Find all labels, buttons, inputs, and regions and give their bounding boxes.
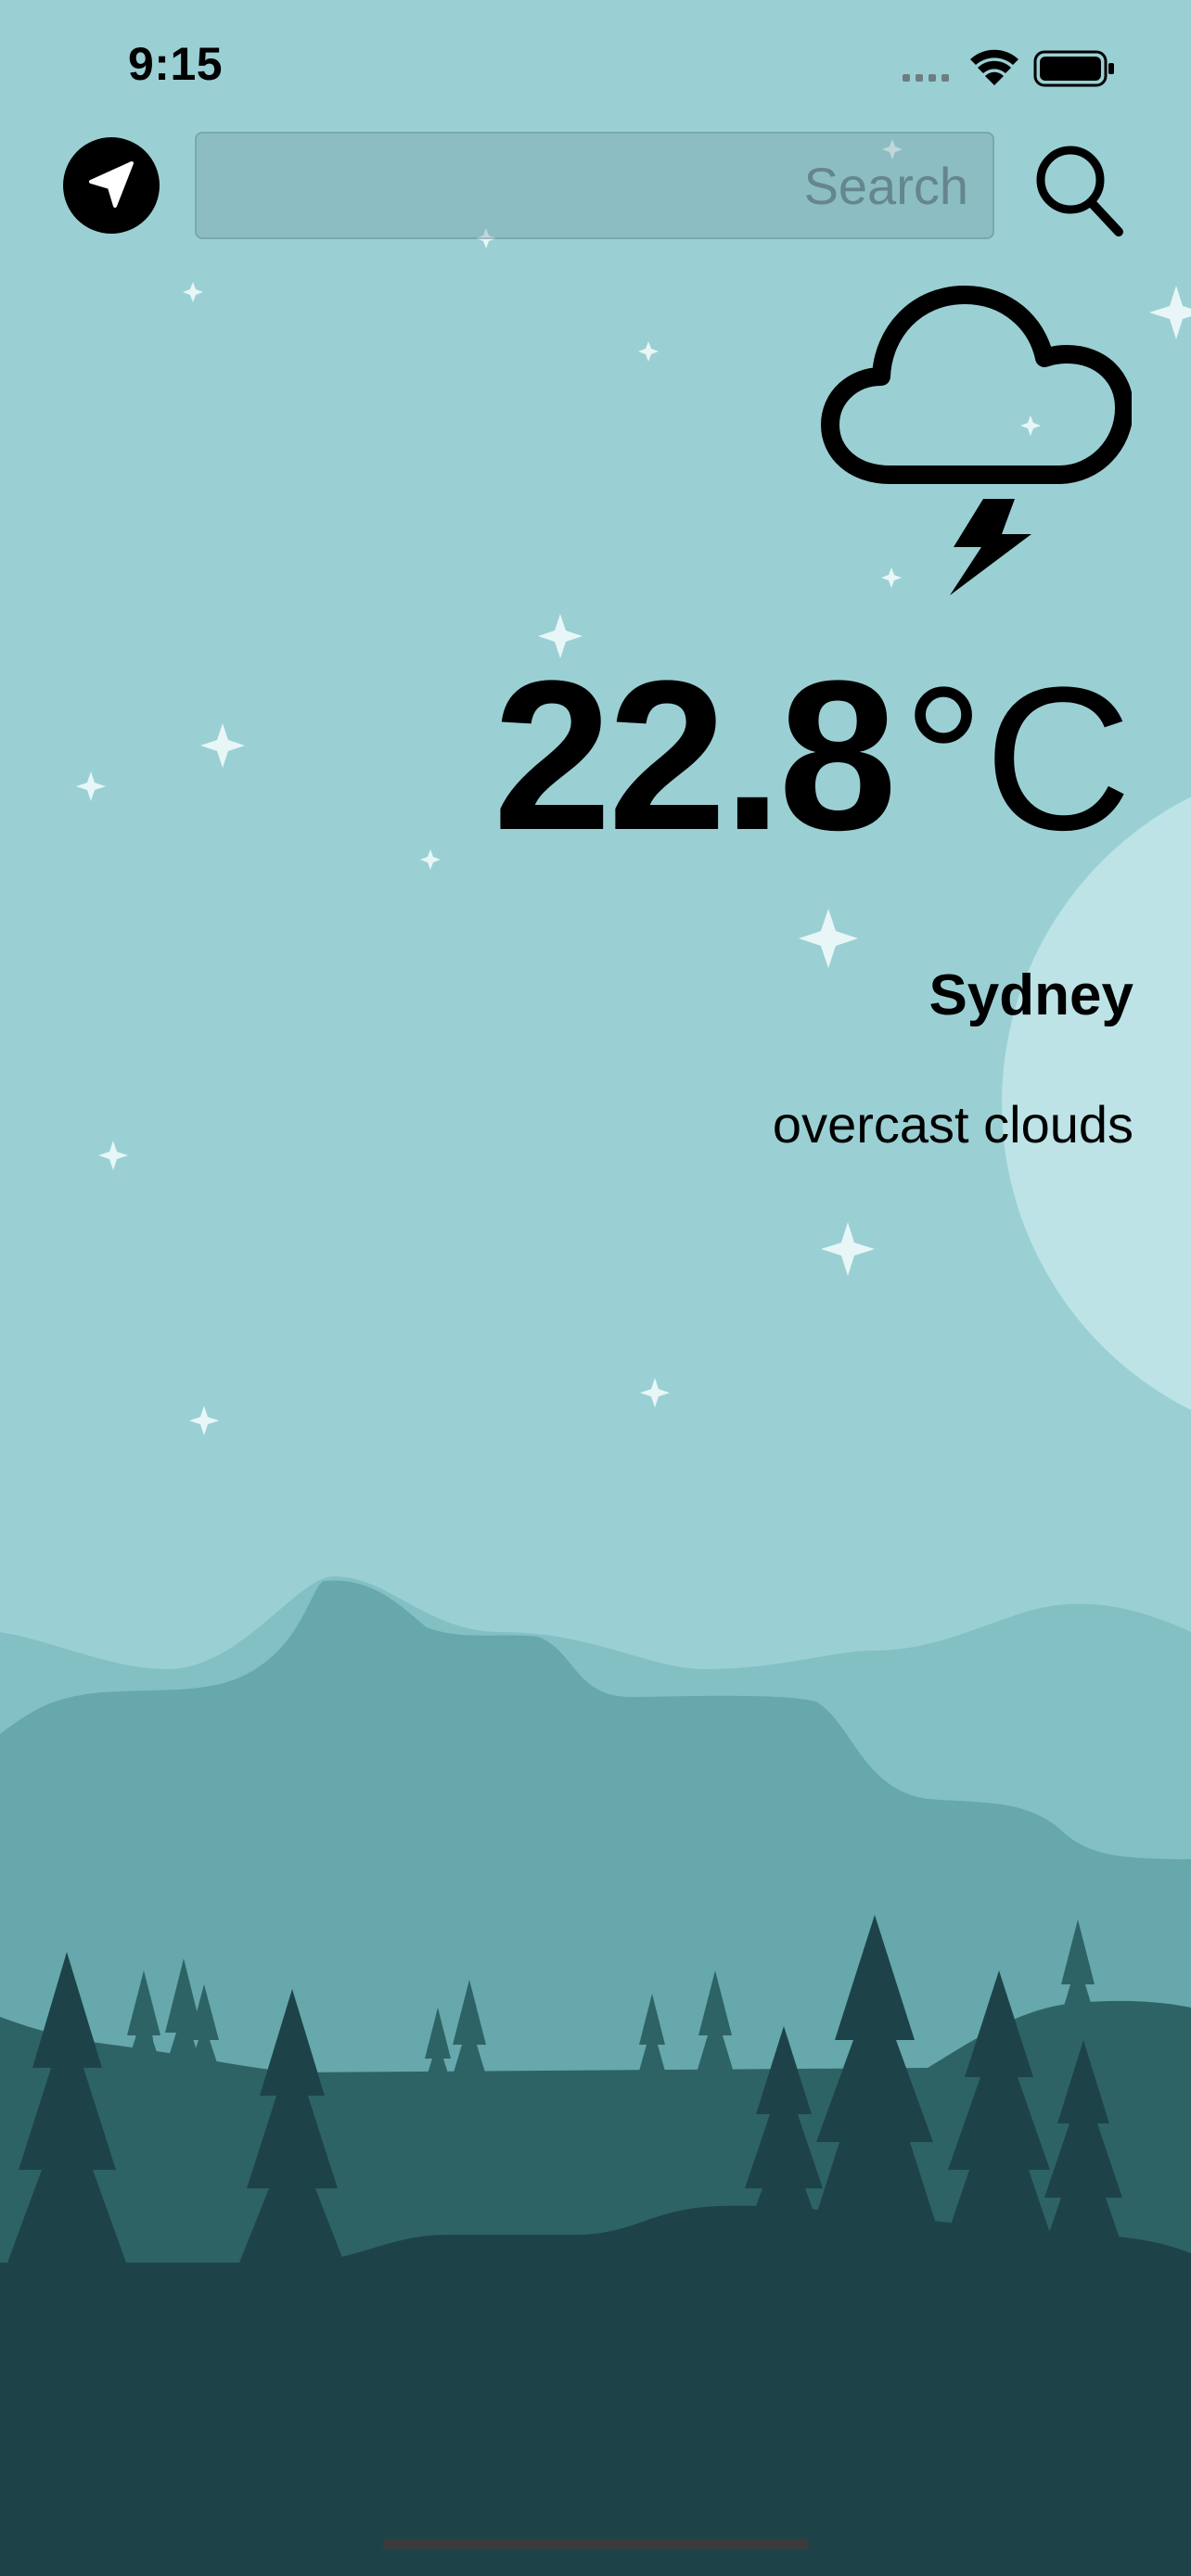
city-name: Sydney xyxy=(928,963,1133,1027)
temperature-value: 22.8 xyxy=(493,636,897,874)
location-arrow-icon xyxy=(89,161,134,208)
wifi-icon xyxy=(970,49,1018,85)
battery-icon xyxy=(1033,50,1114,87)
search-icon xyxy=(1036,146,1123,236)
weather-description: overcast clouds xyxy=(772,1095,1133,1154)
search-field[interactable] xyxy=(195,132,994,239)
location-button[interactable] xyxy=(63,137,160,234)
status-time: 9:15 xyxy=(128,38,224,90)
temperature-unit: °C xyxy=(903,644,1132,873)
search-input[interactable] xyxy=(219,133,970,238)
status-icons xyxy=(903,49,1114,87)
temperature-display: 22.8 °C xyxy=(493,649,1132,862)
home-indicator xyxy=(382,2539,809,2550)
cloud-lightning-icon xyxy=(821,286,1132,595)
search-button[interactable] xyxy=(1031,139,1124,241)
cellular-icon xyxy=(903,74,949,82)
